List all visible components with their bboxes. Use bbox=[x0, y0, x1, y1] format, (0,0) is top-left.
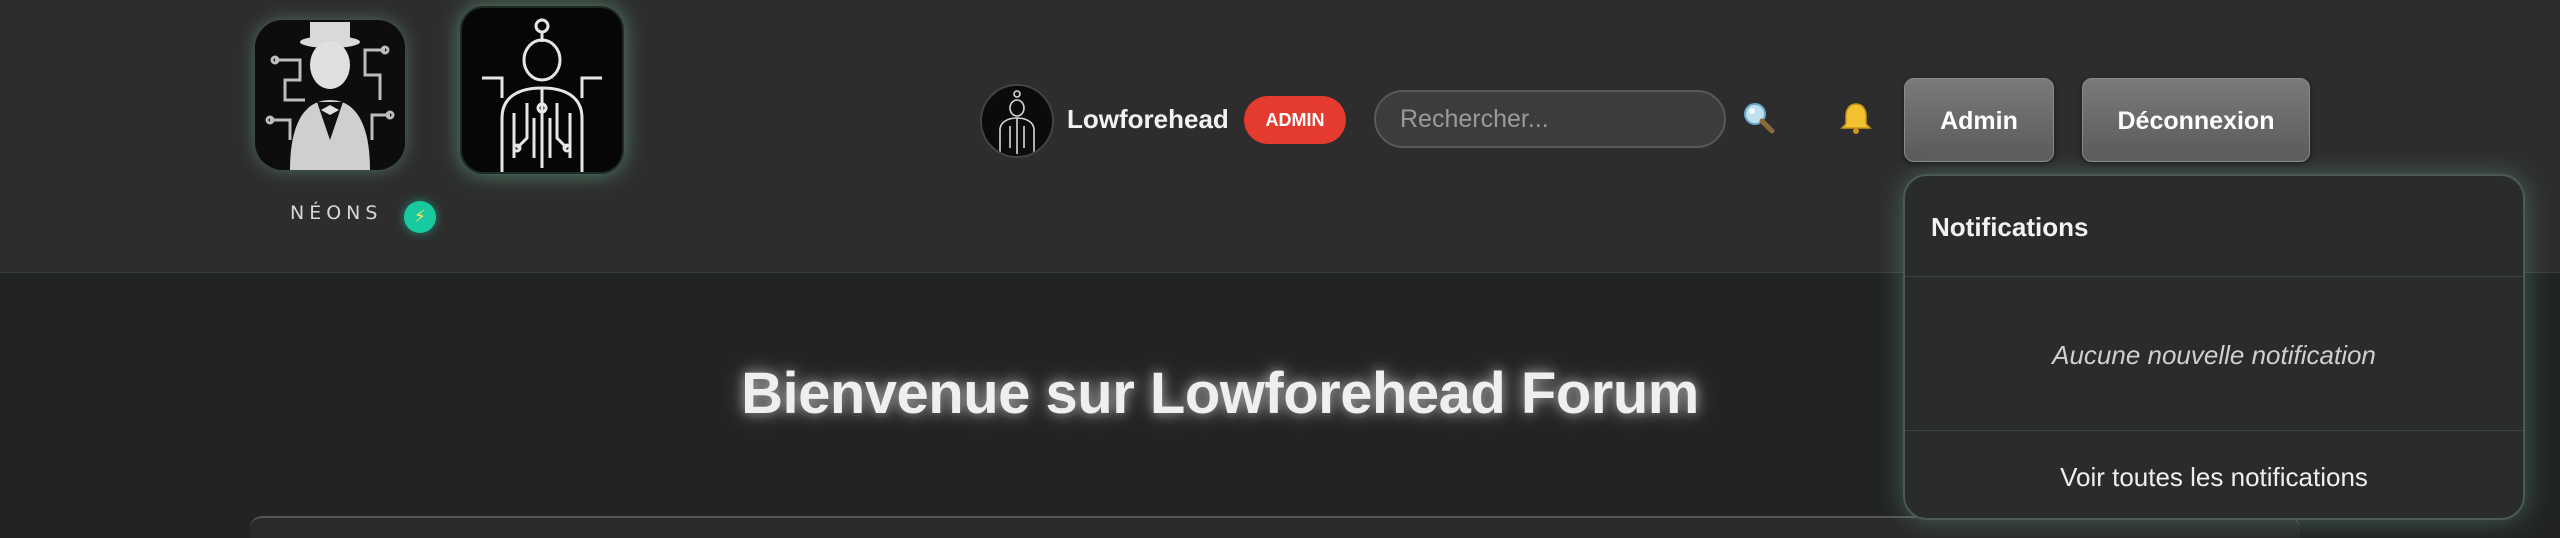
lightning-icon: ⚡ bbox=[404, 201, 436, 233]
gentleman-logo-icon[interactable] bbox=[255, 20, 405, 170]
avatar[interactable] bbox=[980, 84, 1054, 158]
view-all-notifications-link[interactable]: Voir toutes les notifications bbox=[1905, 462, 2523, 493]
divider bbox=[1905, 276, 2523, 277]
bell-icon[interactable] bbox=[1838, 100, 1874, 136]
divider bbox=[1905, 430, 2523, 431]
search-input[interactable] bbox=[1374, 90, 1726, 148]
circuit-human-logo-icon[interactable] bbox=[460, 6, 624, 174]
notifications-empty-message: Aucune nouvelle notification bbox=[2052, 340, 2376, 370]
logout-button[interactable]: Déconnexion bbox=[2082, 78, 2310, 162]
admin-button[interactable]: Admin bbox=[1904, 78, 2054, 162]
search-icon[interactable] bbox=[1741, 100, 1777, 136]
role-badge: ADMIN bbox=[1244, 96, 1346, 144]
notifications-dropdown: Notifications Aucune nouvelle notificati… bbox=[1903, 174, 2525, 520]
welcome-title-text: Bienvenue sur Lowforehead Forum bbox=[741, 361, 1699, 426]
username[interactable]: Lowforehead bbox=[1067, 104, 1229, 135]
notifications-title: Notifications bbox=[1931, 212, 2089, 242]
brand-name: NÉONS bbox=[290, 202, 383, 224]
